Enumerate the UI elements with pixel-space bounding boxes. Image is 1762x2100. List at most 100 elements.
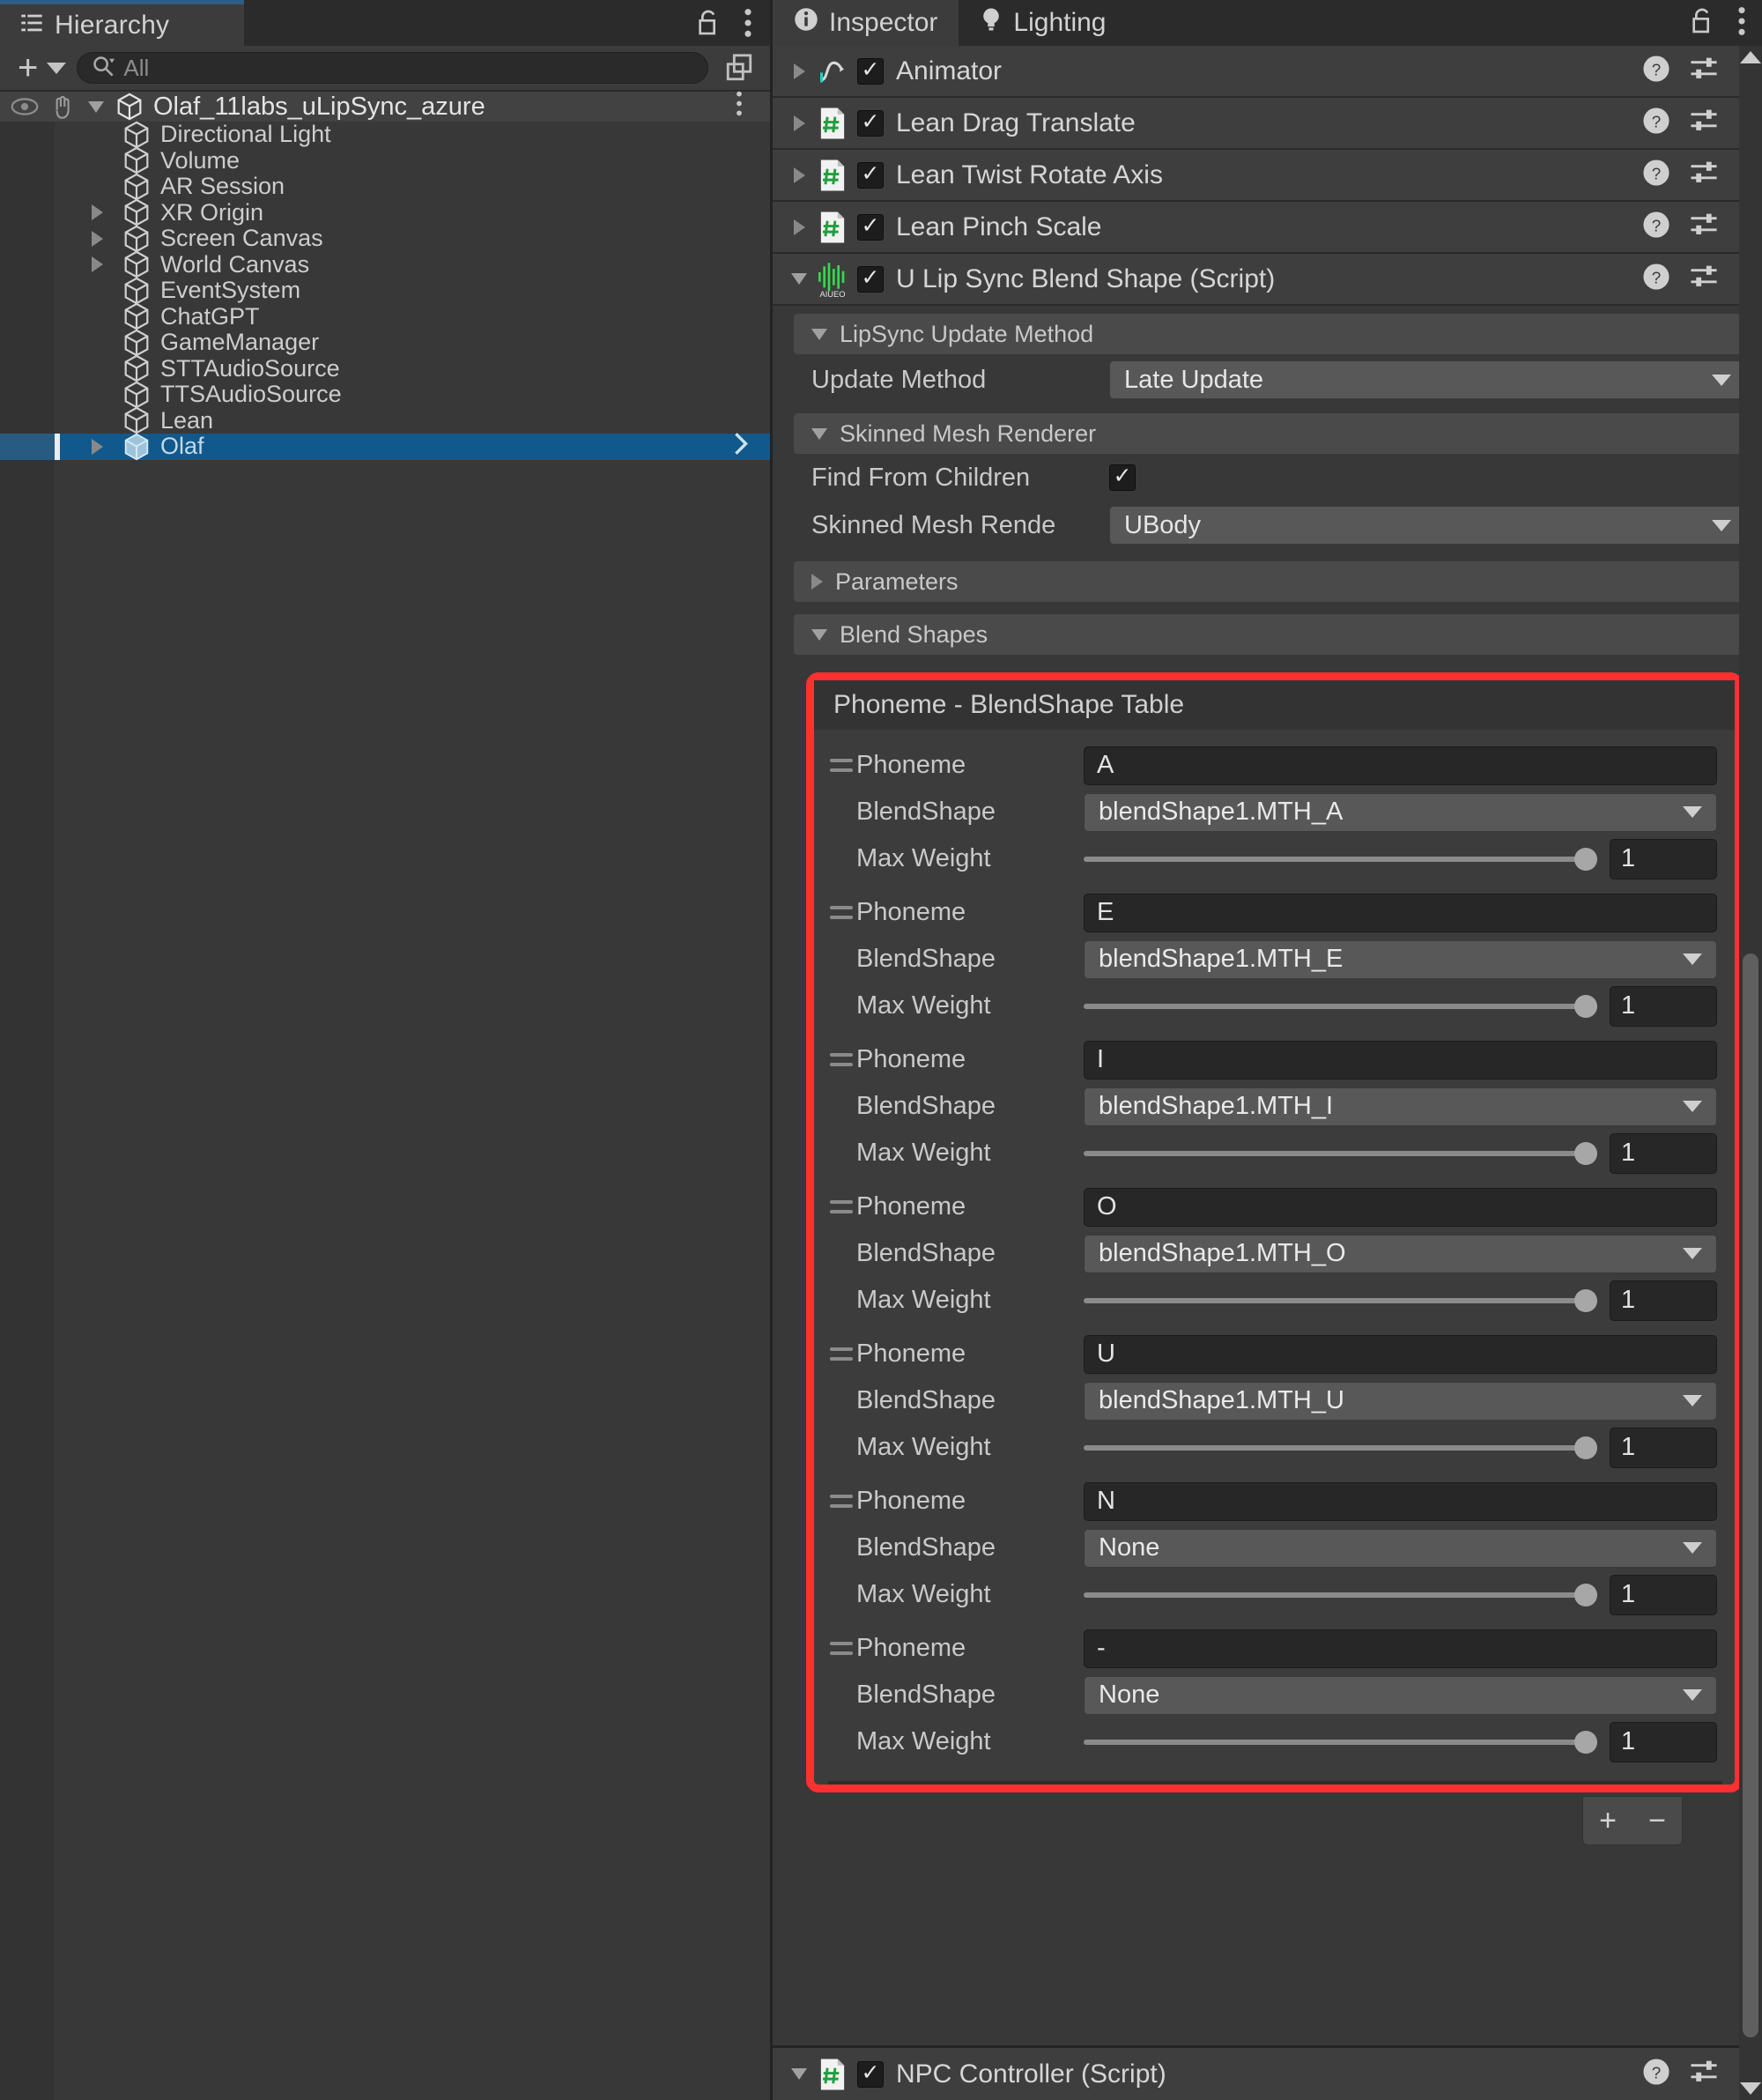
component-header-lean-pinch-scale[interactable]: ✓ Lean Pinch Scale ?	[773, 202, 1762, 254]
foldout-collapsed-icon[interactable]	[785, 115, 813, 131]
foldout-collapsed-icon[interactable]	[92, 204, 118, 220]
tab-lighting[interactable]: Lighting	[959, 0, 1127, 46]
component-enabled-checkbox[interactable]: ✓	[857, 162, 884, 189]
hierarchy-item-lean[interactable]: Lean	[0, 408, 770, 434]
phoneme-input[interactable]: N	[1084, 1482, 1717, 1521]
drag-handle-icon[interactable]	[826, 1200, 856, 1213]
blendshape-dropdown[interactable]: blendShape1.MTH_U	[1084, 1382, 1717, 1421]
scroll-up-icon[interactable]	[1740, 51, 1761, 63]
blendshape-dropdown[interactable]: None	[1084, 1529, 1717, 1568]
search-input[interactable]: All	[77, 52, 708, 84]
foldout-collapsed-icon[interactable]	[785, 219, 813, 235]
foldout-collapsed-icon[interactable]	[785, 63, 813, 79]
section-skinned-mesh-renderer[interactable]: Skinned Mesh Renderer	[794, 413, 1748, 454]
hierarchy-item-volume[interactable]: Volume	[0, 148, 770, 174]
component-enabled-checkbox[interactable]: ✓	[857, 214, 884, 241]
preset-icon[interactable]	[1690, 211, 1718, 242]
foldout-collapsed-icon[interactable]	[92, 439, 118, 455]
component-enabled-checkbox[interactable]: ✓	[857, 58, 884, 85]
skinned-mesh-renderer-dropdown[interactable]: UBody	[1109, 506, 1746, 545]
slider-knob[interactable]	[1574, 995, 1597, 1018]
expand-search-button[interactable]	[721, 51, 758, 85]
slider-knob[interactable]	[1574, 1584, 1597, 1607]
hierarchy-item-sttaudiosource[interactable]: STTAudioSource	[0, 356, 770, 382]
blendshape-dropdown[interactable]: blendShape1.MTH_I	[1084, 1087, 1717, 1126]
slider-knob[interactable]	[1574, 1731, 1597, 1754]
lock-icon[interactable]	[696, 9, 721, 37]
component-enabled-checkbox[interactable]: ✓	[857, 2061, 884, 2088]
max-weight-input[interactable]: 1	[1610, 839, 1717, 879]
max-weight-input[interactable]: 1	[1610, 1575, 1717, 1615]
help-icon[interactable]: ?	[1642, 55, 1670, 87]
drag-handle-icon[interactable]	[826, 1347, 856, 1361]
foldout-collapsed-icon[interactable]	[785, 167, 813, 183]
help-icon[interactable]: ?	[1642, 159, 1670, 191]
max-weight-input[interactable]: 1	[1610, 1722, 1717, 1762]
phoneme-input[interactable]: -	[1084, 1629, 1717, 1668]
hierarchy-item-gamemanager[interactable]: GameManager	[0, 330, 770, 356]
lock-icon[interactable]	[1690, 7, 1714, 40]
kebab-menu-icon[interactable]	[1737, 6, 1746, 41]
update-method-dropdown[interactable]: Late Update	[1109, 360, 1746, 399]
blendshape-dropdown[interactable]: blendShape1.MTH_A	[1084, 793, 1717, 832]
section-lipsync-update-method[interactable]: LipSync Update Method	[794, 314, 1748, 354]
drag-handle-icon[interactable]	[826, 906, 856, 919]
tab-inspector[interactable]: Inspector	[773, 0, 959, 46]
max-weight-input[interactable]: 1	[1610, 1428, 1717, 1468]
root-kebab-icon[interactable]	[735, 91, 744, 123]
foldout-expanded-icon[interactable]	[785, 273, 813, 285]
add-entry-button[interactable]: +	[1599, 1804, 1617, 1838]
find-from-children-checkbox[interactable]: ✓	[1109, 464, 1136, 491]
visibility-eye-icon[interactable]	[11, 97, 39, 116]
help-icon[interactable]: ?	[1642, 263, 1670, 295]
root-foldout-icon[interactable]	[88, 101, 104, 113]
component-header-animator[interactable]: ✓ Animator ?	[773, 46, 1762, 98]
phoneme-input[interactable]: A	[1084, 746, 1717, 785]
slider-knob[interactable]	[1574, 1436, 1597, 1459]
drag-handle-icon[interactable]	[826, 1053, 856, 1066]
section-blend-shapes[interactable]: Blend Shapes	[794, 614, 1748, 655]
add-gameobject-button[interactable]: +	[12, 50, 77, 85]
preset-icon[interactable]	[1690, 56, 1718, 86]
hierarchy-item-directional-light[interactable]: Directional Light	[0, 122, 770, 148]
component-header-ulipsync-blend-shape[interactable]: AIUEO ✓ U Lip Sync Blend Shape (Script) …	[773, 254, 1762, 306]
hierarchy-item-xr-origin[interactable]: XR Origin	[0, 200, 770, 226]
help-icon[interactable]: ?	[1642, 2058, 1670, 2090]
component-enabled-checkbox[interactable]: ✓	[857, 266, 884, 293]
max-weight-slider[interactable]	[1084, 1723, 1597, 1762]
preset-icon[interactable]	[1690, 263, 1718, 294]
slider-knob[interactable]	[1574, 1289, 1597, 1312]
component-header-lean-drag-translate[interactable]: ✓ Lean Drag Translate ?	[773, 98, 1762, 150]
hierarchy-item-world-canvas[interactable]: World Canvas	[0, 252, 770, 278]
component-enabled-checkbox[interactable]: ✓	[857, 110, 884, 137]
drag-handle-icon[interactable]	[826, 759, 856, 772]
scrollbar-thumb[interactable]	[1743, 954, 1758, 2037]
preset-icon[interactable]	[1690, 2059, 1718, 2089]
max-weight-slider[interactable]	[1084, 840, 1597, 879]
max-weight-slider[interactable]	[1084, 1134, 1597, 1173]
foldout-expanded-icon[interactable]	[785, 2068, 813, 2080]
section-parameters[interactable]: Parameters	[794, 561, 1748, 602]
inspector-scrollbar[interactable]	[1739, 46, 1762, 2100]
hierarchy-item-olaf[interactable]: Olaf	[0, 434, 770, 460]
component-header-npc-controller[interactable]: ✓ NPC Controller (Script) ?	[773, 2048, 1762, 2100]
remove-entry-button[interactable]: −	[1648, 1804, 1666, 1838]
slider-knob[interactable]	[1574, 1142, 1597, 1165]
max-weight-slider[interactable]	[1084, 1428, 1597, 1467]
hierarchy-item-ar-session[interactable]: AR Session	[0, 174, 770, 200]
foldout-collapsed-icon[interactable]	[92, 256, 118, 272]
max-weight-input[interactable]: 1	[1610, 986, 1717, 1027]
component-header-lean-twist-rotate-axis[interactable]: ✓ Lean Twist Rotate Axis ?	[773, 150, 1762, 202]
hierarchy-item-screen-canvas[interactable]: Screen Canvas	[0, 226, 770, 252]
phoneme-input[interactable]: I	[1084, 1041, 1717, 1080]
hierarchy-item-ttsaudiosource[interactable]: TTSAudioSource	[0, 382, 770, 408]
foldout-collapsed-icon[interactable]	[92, 231, 118, 247]
slider-knob[interactable]	[1574, 848, 1597, 871]
max-weight-input[interactable]: 1	[1610, 1280, 1717, 1321]
chevron-right-icon[interactable]	[731, 431, 751, 462]
hierarchy-root-row[interactable]: Olaf_11labs_uLipSync_azure	[0, 92, 770, 122]
preset-icon[interactable]	[1690, 108, 1718, 138]
preset-icon[interactable]	[1690, 160, 1718, 190]
drag-handle-icon[interactable]	[826, 1495, 856, 1508]
scroll-down-icon[interactable]	[1740, 2082, 1761, 2095]
